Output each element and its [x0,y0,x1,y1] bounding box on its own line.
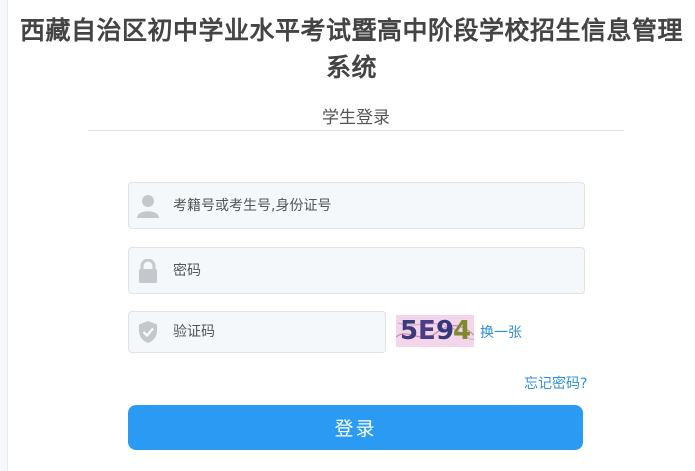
password-field[interactable] [128,247,585,294]
left-edge-border [0,0,8,471]
subtitle-divider [88,130,624,131]
captcha-input[interactable] [173,312,377,352]
captcha-char: 4 [453,316,472,346]
captcha-char: E [418,316,436,346]
lock-icon [132,248,164,293]
login-subtitle: 学生登录 [322,108,390,128]
captcha-char: 5 [400,316,419,346]
user-icon [132,183,164,228]
shield-check-icon [132,312,164,352]
username-input[interactable] [173,183,576,228]
captcha-char: 9 [436,316,455,346]
forgot-password-link[interactable]: 忘记密码? [524,373,587,393]
username-field[interactable] [128,182,585,229]
captcha-image[interactable]: 5 E 9 4 [396,315,474,347]
login-button[interactable]: 登录 [128,405,583,450]
password-input[interactable] [173,248,576,293]
refresh-captcha-link[interactable]: 换一张 [480,322,522,342]
page-title: 西藏自治区初中学业水平考试暨高中阶段学校招生信息管理系统 [19,16,683,82]
captcha-field[interactable] [128,311,386,353]
